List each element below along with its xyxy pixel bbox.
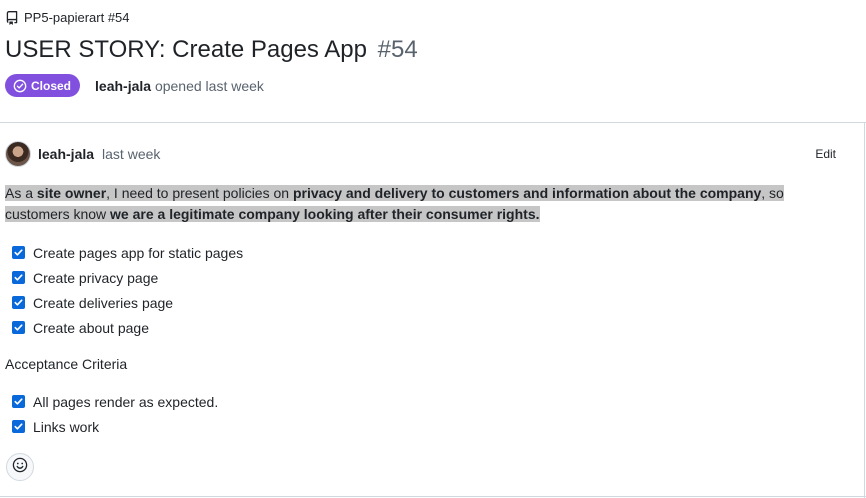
opened-text: opened last week — [154, 77, 264, 94]
task-list: Create pages app for static pages Create… — [12, 240, 243, 340]
breadcrumb[interactable]: PP5-papierart #54 — [5, 10, 130, 25]
story-bold-3: we are a legitimate company looking afte… — [110, 206, 540, 222]
comment-border — [864, 122, 865, 498]
add-reaction-button[interactable] — [6, 453, 34, 481]
page-title: USER STORY: Create Pages App #54 — [5, 36, 418, 64]
edit-button[interactable]: Edit — [815, 147, 836, 161]
task-item: Create privacy page — [12, 265, 243, 290]
checkbox-checked-icon[interactable] — [12, 321, 25, 334]
story-bold-2: privacy and delivery to customers and in… — [292, 185, 762, 201]
comment-header: leah-jala last week Edit — [5, 141, 836, 167]
criteria-label: Links work — [33, 418, 100, 435]
story-text-2: , I need to present policies on — [106, 185, 293, 201]
story-bold-1: site owner — [36, 185, 107, 201]
comment-timestamp[interactable]: last week — [102, 146, 160, 162]
criteria-list: All pages render as expected. Links work — [12, 389, 218, 439]
avatar[interactable] — [5, 141, 31, 167]
opened-by: leah-jala opened last week — [95, 78, 264, 94]
task-item: Create pages app for static pages — [12, 240, 243, 265]
issue-title: USER STORY: Create Pages App — [5, 36, 367, 63]
check-circle-icon — [13, 79, 27, 93]
comment-author-link[interactable]: leah-jala — [38, 146, 94, 162]
status-badge: Closed — [5, 74, 81, 97]
checkbox-checked-icon[interactable] — [12, 271, 25, 284]
criteria-item: All pages render as expected. — [12, 389, 218, 414]
task-item: Create about page — [12, 315, 243, 340]
status-badge-label: Closed — [31, 78, 72, 93]
task-label: Create privacy page — [33, 269, 159, 286]
criteria-item: Links work — [12, 414, 218, 439]
checkbox-checked-icon[interactable] — [12, 395, 25, 408]
checkbox-checked-icon[interactable] — [12, 296, 25, 309]
task-label: Create deliveries page — [33, 294, 174, 311]
criteria-label: All pages render as expected. — [33, 393, 219, 410]
acceptance-criteria-heading: Acceptance Criteria — [5, 356, 128, 372]
issue-author-link[interactable]: leah-jala — [95, 78, 151, 94]
checkbox-checked-icon[interactable] — [12, 420, 25, 433]
issue-number: #54 — [377, 36, 418, 63]
repo-icon — [5, 10, 19, 25]
checkbox-checked-icon[interactable] — [12, 246, 25, 259]
task-label: Create pages app for static pages — [33, 244, 244, 261]
task-item: Create deliveries page — [12, 290, 243, 315]
user-story-text: As a site owner, I need to present polic… — [5, 183, 835, 225]
bottom-divider — [0, 496, 866, 497]
story-text-1: As a — [5, 185, 37, 201]
smiley-icon — [12, 457, 28, 478]
story-highlight: As a site owner, I need to present polic… — [5, 185, 784, 222]
breadcrumb-repo-link[interactable]: PP5-papierart #54 — [24, 10, 130, 25]
task-label: Create about page — [33, 319, 149, 336]
header-divider — [0, 122, 866, 123]
issue-status-row: Closed leah-jala opened last week — [5, 74, 264, 97]
